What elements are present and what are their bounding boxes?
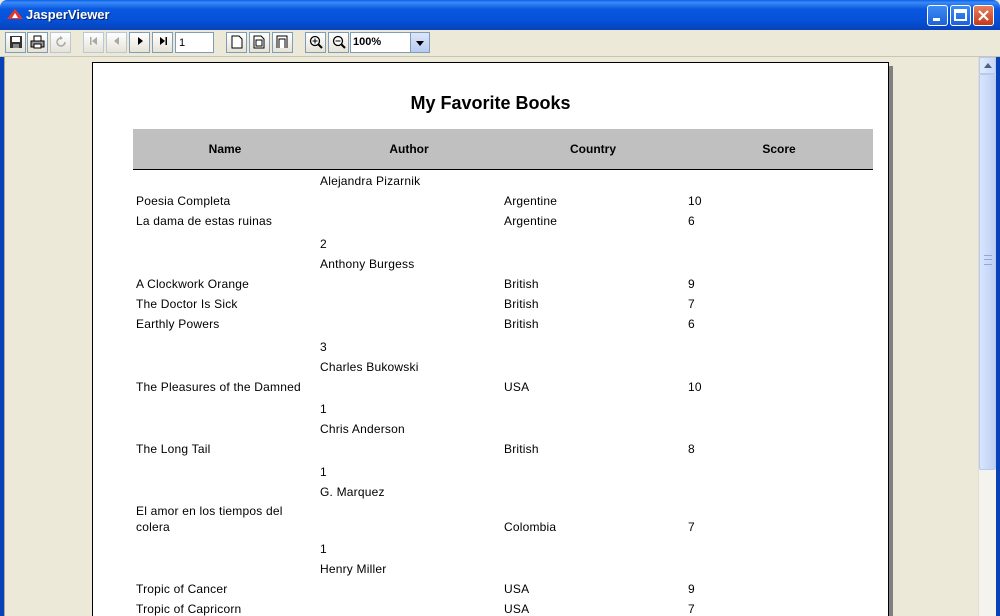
fit-width-button[interactable] (272, 32, 293, 53)
reload-icon (55, 36, 66, 47)
fit-page-icon (253, 35, 265, 49)
fit-page-button[interactable] (249, 32, 270, 53)
minimize-button[interactable] (927, 5, 948, 26)
book-name: The Pleasures of the Damned (136, 380, 301, 394)
column-header-name: Name (208, 142, 242, 156)
book-score: 10 (688, 380, 702, 394)
scroll-up-button[interactable] (979, 57, 996, 74)
book-score: 7 (688, 520, 695, 534)
book-name: The Doctor Is Sick (136, 297, 238, 311)
column-header-score: Score (762, 142, 796, 156)
jasper-logo-icon (7, 9, 23, 19)
actual-size-button[interactable] (226, 32, 247, 53)
book-country: British (504, 297, 539, 311)
zoom-select[interactable]: 100% (350, 32, 430, 53)
book-country: Colombia (504, 520, 557, 534)
book-name: El amor en los tiempos del colera (136, 504, 283, 534)
book-name: A Clockwork Orange (136, 277, 249, 291)
group-count: 1 (320, 542, 327, 556)
book-score: 7 (688, 297, 695, 311)
title-bar: JasperViewer (0, 0, 1000, 30)
book-name: The Long Tail (136, 442, 211, 456)
book-score: 9 (688, 582, 695, 596)
book-name: La dama de estas ruinas (136, 214, 273, 228)
previous-page-button[interactable] (106, 32, 127, 53)
chevron-down-icon[interactable] (410, 33, 429, 52)
fit-width-icon (276, 35, 288, 48)
vertical-scrollbar[interactable] (978, 57, 996, 616)
column-header-country: Country (570, 142, 616, 156)
previous-page-icon (113, 37, 119, 45)
book-name: Tropic of Capricorn (136, 602, 242, 616)
book-score: 10 (688, 194, 702, 208)
book-country: Argentine (504, 194, 558, 208)
window-title: JasperViewer (26, 7, 110, 22)
book-name: Poesia Completa (136, 194, 231, 208)
book-country: British (504, 277, 539, 291)
close-button[interactable] (973, 5, 994, 26)
book-name: Tropic of Cancer (136, 582, 228, 596)
zoom-in-icon (309, 35, 323, 49)
column-header-author: Author (389, 142, 429, 156)
group-author: Anthony Burgess (320, 257, 415, 271)
book-country: USA (504, 582, 530, 596)
next-page-button[interactable] (129, 32, 150, 53)
book-country: British (504, 317, 539, 331)
book-country: British (504, 442, 539, 456)
group-author: G. Marquez (320, 485, 385, 499)
zoom-out-icon (332, 35, 346, 49)
reload-button[interactable] (50, 32, 71, 53)
group-author: Henry Miller (320, 562, 387, 576)
minimize-icon (933, 18, 940, 21)
page-icon (231, 35, 242, 49)
zoom-out-button[interactable] (328, 32, 349, 53)
group-count: 1 (320, 402, 327, 416)
last-page-icon (159, 37, 167, 45)
book-score: 6 (688, 214, 695, 228)
zoom-value: 100% (353, 36, 382, 48)
printer-icon (30, 35, 45, 49)
maximize-button[interactable] (950, 5, 971, 26)
book-score: 9 (688, 277, 695, 291)
book-country: USA (504, 602, 530, 616)
first-page-button[interactable] (83, 32, 104, 53)
book-score: 6 (688, 317, 695, 331)
toolbar: 100% (0, 30, 1000, 57)
save-icon (9, 36, 22, 48)
first-page-icon (89, 37, 97, 45)
group-author: Alejandra Pizarnik (320, 174, 421, 188)
group-author: Chris Anderson (320, 422, 405, 436)
group-count: 1 (320, 465, 327, 479)
print-button[interactable] (27, 32, 48, 53)
save-button[interactable] (5, 32, 26, 53)
group-count: 3 (320, 340, 327, 354)
report-title: My Favorite Books (410, 93, 571, 113)
book-score: 7 (688, 602, 695, 616)
column-header-band: Name Author Country Score (133, 129, 873, 170)
group-count: 2 (320, 237, 327, 251)
last-page-button[interactable] (152, 32, 173, 53)
book-country: Argentine (504, 214, 558, 228)
close-icon (978, 10, 989, 21)
next-page-icon (137, 37, 143, 45)
grip-icon (984, 255, 992, 265)
maximize-icon (954, 9, 967, 21)
scrollbar-thumb[interactable] (979, 74, 996, 470)
book-name: Earthly Powers (136, 317, 220, 331)
report-page: My Favorite Books Name Author Country Sc… (92, 62, 889, 616)
group-author: Charles Bukowski (320, 360, 419, 374)
zoom-in-button[interactable] (305, 32, 326, 53)
book-score: 8 (688, 442, 695, 456)
book-country: USA (504, 380, 530, 394)
report-viewport[interactable]: My Favorite Books Name Author Country Sc… (4, 57, 979, 616)
page-number-field[interactable] (175, 32, 214, 53)
